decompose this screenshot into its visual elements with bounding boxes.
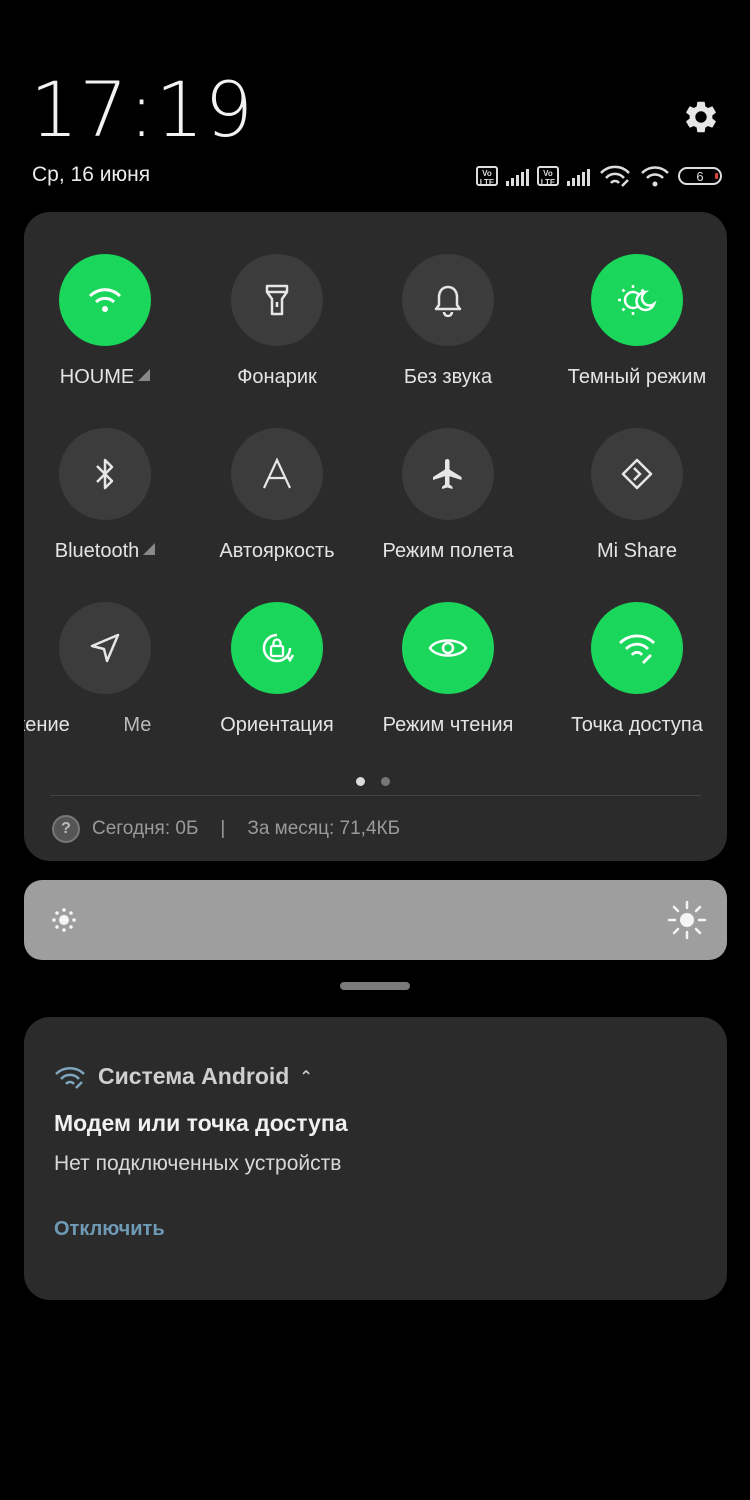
chevron-up-icon[interactable]: ⌃ bbox=[299, 1067, 312, 1087]
notification-title: Модем или точка доступа bbox=[54, 1110, 348, 1136]
hotspot-status-icon bbox=[600, 165, 630, 187]
signal-sim2-icon bbox=[567, 166, 590, 186]
eye-icon bbox=[428, 639, 468, 657]
auto-brightness-icon bbox=[263, 457, 291, 489]
flashlight-toggle[interactable] bbox=[231, 254, 323, 346]
tile-bluetooth[interactable]: Bluetooth bbox=[24, 428, 195, 563]
notification-header[interactable]: Система Android ⌃ bbox=[54, 1063, 313, 1090]
date-label[interactable]: Ср, 16 июня bbox=[32, 163, 150, 187]
status-bar-icons: Vo LTE Vo LTE 6 bbox=[476, 162, 722, 190]
battery-level: 6 bbox=[696, 168, 704, 184]
bell-icon bbox=[434, 285, 462, 317]
hotspot-toggle[interactable] bbox=[591, 602, 683, 694]
tile-mi-share-label: Mi Share bbox=[596, 540, 678, 562]
usage-month: За месяц: 71,4КБ bbox=[247, 818, 401, 839]
rotation-toggle[interactable] bbox=[231, 602, 323, 694]
bluetooth-icon bbox=[96, 458, 114, 490]
wifi-icon bbox=[88, 288, 122, 312]
page-dot-2[interactable] bbox=[381, 777, 390, 786]
tile-wifi[interactable]: HOUME bbox=[24, 254, 195, 389]
battery-icon: 6 bbox=[678, 167, 722, 185]
dark-mode-toggle[interactable] bbox=[591, 254, 683, 346]
brightness-high-icon bbox=[667, 900, 707, 940]
flashlight-icon bbox=[265, 284, 289, 316]
expand-triangle-icon bbox=[138, 369, 151, 381]
location-icon bbox=[90, 633, 120, 663]
tile-auto-brightness-label: Автояркость bbox=[219, 540, 335, 562]
brightness-low-icon bbox=[52, 908, 76, 932]
wifi-toggle[interactable] bbox=[59, 254, 151, 346]
data-usage[interactable]: ? Сегодня: 0Б | За месяц: 71,4КБ bbox=[52, 815, 400, 843]
tile-location-label: ожение bbox=[24, 714, 70, 736]
rotation-lock-icon bbox=[262, 633, 295, 663]
expand-triangle-icon bbox=[143, 543, 156, 555]
quick-settings-panel: HOUME Фонарик Без звука Темный режим Blu… bbox=[24, 212, 727, 861]
auto-brightness-toggle[interactable] bbox=[231, 428, 323, 520]
settings-gear-icon[interactable] bbox=[682, 98, 720, 136]
clock[interactable]: 17:19 bbox=[30, 72, 254, 148]
signal-sim1-icon bbox=[506, 166, 529, 186]
tile-airplane[interactable]: Режим полета bbox=[358, 428, 538, 563]
tile-location[interactable]: ожение Ме bbox=[24, 602, 195, 737]
tile-reading-mode[interactable]: Режим чтения bbox=[358, 602, 538, 737]
location-toggle[interactable] bbox=[59, 602, 151, 694]
notification-card[interactable]: Система Android ⌃ Модем или точка доступ… bbox=[24, 1017, 727, 1300]
tile-flashlight-label: Фонарик bbox=[237, 366, 317, 388]
usage-separator: | bbox=[220, 818, 226, 839]
tile-hotspot-label: Точка доступа bbox=[571, 714, 703, 736]
tile-airplane-label: Режим полета bbox=[382, 540, 514, 562]
disable-button[interactable]: Отключить bbox=[54, 1218, 165, 1241]
hotspot-icon bbox=[619, 634, 655, 664]
tile-wifi-label: HOUME bbox=[59, 366, 135, 388]
tile-dark-mode[interactable]: Темный режим bbox=[547, 254, 727, 389]
page-indicator[interactable] bbox=[356, 777, 390, 786]
notification-text: Нет подключенных устройств bbox=[54, 1152, 342, 1175]
page-dot-1[interactable] bbox=[356, 777, 365, 786]
bluetooth-toggle[interactable] bbox=[59, 428, 151, 520]
tile-silent[interactable]: Без звука bbox=[358, 254, 538, 389]
usage-today: Сегодня: 0Б bbox=[92, 818, 199, 839]
volte-icon-2: Vo LTE bbox=[537, 166, 559, 187]
reading-mode-toggle[interactable] bbox=[402, 602, 494, 694]
mi-share-icon bbox=[621, 458, 653, 490]
hotspot-app-icon bbox=[55, 1066, 85, 1089]
airplane-toggle[interactable] bbox=[402, 428, 494, 520]
brightness-slider[interactable] bbox=[24, 880, 727, 960]
silent-toggle[interactable] bbox=[402, 254, 494, 346]
wifi-status-icon bbox=[641, 166, 669, 187]
volte-icon: Vo LTE bbox=[476, 166, 498, 187]
tile-hotspot[interactable]: Точка доступа bbox=[547, 602, 727, 737]
mi-share-toggle[interactable] bbox=[591, 428, 683, 520]
tile-dark-mode-label: Темный режим bbox=[567, 366, 707, 388]
help-icon: ? bbox=[52, 815, 80, 843]
airplane-icon bbox=[433, 459, 462, 489]
tile-reading-mode-label: Режим чтения bbox=[382, 714, 514, 736]
tile-auto-brightness[interactable]: Автояркость bbox=[187, 428, 367, 563]
tile-flashlight[interactable]: Фонарик bbox=[187, 254, 367, 389]
tile-rotation[interactable]: Ориентация bbox=[187, 602, 367, 737]
tile-mi-share[interactable]: Mi Share bbox=[547, 428, 727, 563]
dark-mode-icon bbox=[618, 285, 657, 315]
divider bbox=[50, 795, 701, 796]
tile-partial-label: Ме bbox=[123, 714, 152, 736]
tile-bluetooth-label: Bluetooth bbox=[54, 540, 140, 562]
notification-app-name: Система Android bbox=[98, 1063, 290, 1089]
drag-handle[interactable] bbox=[340, 982, 410, 990]
tile-silent-label: Без звука bbox=[403, 366, 493, 388]
tile-rotation-label: Ориентация bbox=[220, 714, 334, 736]
